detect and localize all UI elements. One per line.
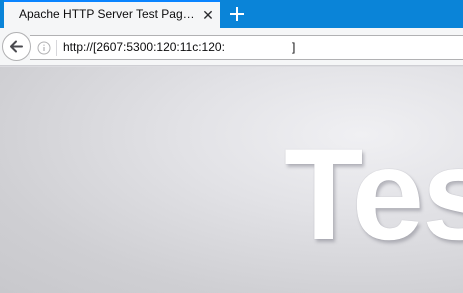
url-bar[interactable]: http://[2607:5300:120:11c:120: ] [30, 35, 463, 60]
tab-active[interactable]: Apache HTTP Server Test Pag… ✕ [4, 0, 220, 28]
page-content: Tes [0, 67, 463, 293]
tab-title: Apache HTTP Server Test Pag… [19, 7, 195, 21]
url-text-end[interactable]: ] [292, 40, 295, 54]
info-icon[interactable] [37, 41, 51, 55]
back-button[interactable] [2, 32, 31, 61]
new-tab-button[interactable] [225, 2, 249, 26]
url-separator [56, 40, 57, 56]
navigation-toolbar: http://[2607:5300:120:11c:120: ] [0, 28, 463, 66]
url-text[interactable]: http://[2607:5300:120:11c:120: [63, 40, 225, 54]
page-heading: Tes [284, 121, 463, 267]
close-tab-icon[interactable]: ✕ [199, 6, 217, 24]
plus-icon [230, 7, 244, 21]
arrow-left-icon [10, 40, 23, 53]
tab-strip: Apache HTTP Server Test Pag… ✕ [0, 0, 463, 28]
